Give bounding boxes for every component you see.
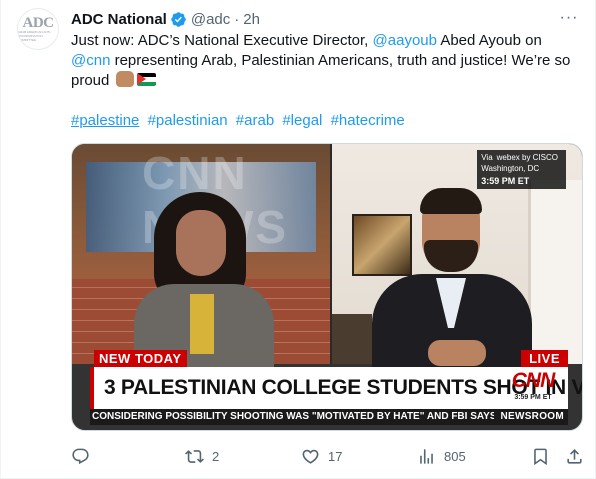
like-button[interactable]: 17 xyxy=(301,446,342,466)
palestine-flag-emoji-icon xyxy=(136,73,156,86)
retweet-button[interactable]: 2 xyxy=(185,446,219,466)
heart-icon xyxy=(302,449,319,464)
cnn-time: 3:59 PM ET xyxy=(514,394,552,401)
live-tag: LIVE xyxy=(521,350,568,367)
tweet-card[interactable]: ADC ARAB AMERICAN ANTI-DISCRIMINATION CO… xyxy=(0,0,596,479)
mention-link[interactable]: @cnn xyxy=(71,52,110,69)
avatar-logo-text: ADC xyxy=(22,15,55,31)
analytics-icon xyxy=(420,448,433,464)
separator-dot: · xyxy=(234,10,240,28)
hashtag-list: #palestine #palestinian #arab #legal #ha… xyxy=(71,111,409,131)
verified-badge-icon xyxy=(171,11,186,27)
tweet-header: ADC National @adc · 2h xyxy=(71,9,260,29)
wall-art xyxy=(352,214,412,276)
avatar-logo-subtext: ARAB AMERICAN ANTI-DISCRIMINATION COMMIT… xyxy=(18,30,52,42)
retweet-count: 2 xyxy=(212,448,220,464)
badge-time: 3:59 PM ET xyxy=(481,176,530,186)
action-bar: 2 17 805 xyxy=(71,446,586,466)
author-name[interactable]: ADC National xyxy=(71,11,167,28)
bookmark-icon xyxy=(534,448,547,465)
hashtag-link[interactable]: #palestinian xyxy=(148,112,228,129)
hashtag-link[interactable]: #legal xyxy=(282,112,322,129)
media-video[interactable]: CNN NEWS Viawebex by CISCO Washington, D… xyxy=(71,143,583,431)
shelf xyxy=(332,314,372,364)
ticker-text: CONSIDERING POSSIBILITY SHOOTING WAS "MO… xyxy=(92,411,539,422)
anchor-face xyxy=(176,210,226,276)
retweet-icon xyxy=(185,449,204,463)
lower-third-banner: 3 PALESTINIAN COLLEGE STUDENTS SHOT IN V… xyxy=(90,367,582,409)
share-icon xyxy=(567,448,582,464)
hashtag-link[interactable]: #arab xyxy=(236,112,274,129)
guest-hands xyxy=(428,340,486,366)
tweet-text-part: Just now: ADC’s National Executive Direc… xyxy=(71,32,373,49)
hashtag-link[interactable]: #hatecrime xyxy=(331,112,405,129)
news-ticker: CONSIDERING POSSIBILITY SHOOTING WAS "MO… xyxy=(90,409,568,425)
location-badge: Via webex by CISCO Washington, DC 3:59 PM… xyxy=(477,150,566,189)
cnn-logo: CNN 3:59 PM ET xyxy=(504,369,562,407)
tweet-text-part: Abed Ayoub on xyxy=(436,32,542,49)
more-options-icon[interactable]: ··· xyxy=(559,9,579,26)
background-door xyxy=(528,180,582,364)
badge-via: Via xyxy=(481,153,493,162)
views-button[interactable]: 805 xyxy=(417,446,466,466)
reply-icon xyxy=(72,448,89,464)
view-count: 805 xyxy=(444,448,466,464)
share-button[interactable] xyxy=(565,446,584,466)
tweet-text: Just now: ADC’s National Executive Direc… xyxy=(71,31,581,91)
studio-scene: CNN NEWS xyxy=(72,144,330,374)
anchor-shirt xyxy=(190,294,214,354)
cnn-logo-text: CNN xyxy=(511,369,556,392)
guest-hair xyxy=(420,188,482,214)
reply-button[interactable] xyxy=(71,446,98,466)
author-handle[interactable]: @adc xyxy=(191,11,230,28)
avatar[interactable]: ADC ARAB AMERICAN ANTI-DISCRIMINATION CO… xyxy=(17,8,59,50)
ticker-label: NEWSROOM xyxy=(494,409,568,425)
bookmark-button[interactable] xyxy=(531,446,550,466)
raised-fist-emoji-icon xyxy=(115,71,134,87)
tweet-timestamp[interactable]: 2h xyxy=(243,11,260,28)
like-count: 17 xyxy=(328,448,343,464)
hashtag-link[interactable]: #palestine xyxy=(71,112,139,129)
new-today-tag: NEW TODAY xyxy=(94,350,187,367)
guest-beard xyxy=(424,240,478,272)
mention-link[interactable]: @aayoub xyxy=(373,32,437,49)
badge-location: Washington, DC xyxy=(481,164,540,173)
badge-brand: webex by CISCO xyxy=(496,153,558,162)
